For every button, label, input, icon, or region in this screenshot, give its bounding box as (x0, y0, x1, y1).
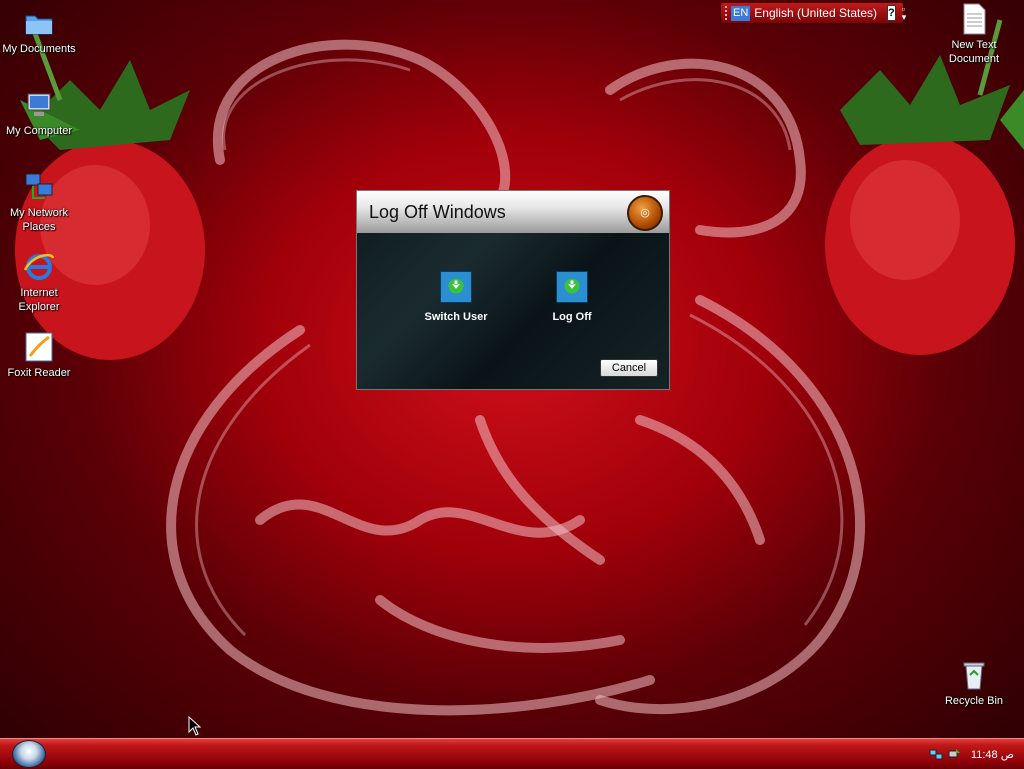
desktop-icon-label: Recycle Bin (944, 695, 1004, 707)
safely-remove-hardware-icon[interactable] (947, 747, 961, 761)
language-bar[interactable]: EN English (United States) ? ▫ ▾ (720, 2, 907, 24)
desktop-icon-new-text-document[interactable]: New Text Document (934, 2, 1014, 66)
help-icon[interactable]: ? (887, 5, 896, 21)
network-status-icon[interactable] (929, 747, 943, 761)
desktop-icon-label: Internet Explorer (18, 287, 60, 313)
language-name[interactable]: English (United States) (754, 6, 877, 20)
desktop-icon-recycle-bin[interactable]: Recycle Bin (934, 658, 1014, 708)
desktop-icon-label: Foxit Reader (7, 367, 71, 379)
taskbar: 11:48 ص (0, 738, 1024, 769)
language-code-badge[interactable]: EN (731, 5, 751, 21)
folder-icon (25, 15, 53, 35)
text-file-icon (963, 3, 986, 35)
desktop-icon-my-documents[interactable]: My Documents (0, 6, 79, 56)
log-off-dialog: Log Off Windows ◎ Switch User Log Off Ca… (356, 190, 670, 390)
network-icon (25, 173, 53, 199)
cancel-button[interactable]: Cancel (600, 359, 658, 377)
switch-user-icon (440, 271, 472, 303)
mouse-cursor-icon (188, 716, 202, 736)
start-button[interactable] (12, 740, 46, 768)
desktop-icon-label: New Text Document (948, 39, 1000, 65)
system-tray: 11:48 ص (929, 745, 1014, 763)
windows-logo-icon: ◎ (627, 195, 663, 231)
dialog-title: Log Off Windows (369, 202, 506, 222)
computer-icon (27, 93, 51, 116)
recycle-bin-icon (963, 662, 985, 690)
desktop-icon-label: My Documents (2, 43, 76, 55)
language-bar-grip[interactable] (725, 6, 727, 20)
switch-user-button[interactable]: Switch User (411, 271, 501, 323)
desktop-icon-label: My Network Places (9, 207, 69, 233)
desktop-icon-my-network-places[interactable]: My Network Places (0, 170, 79, 234)
log-off-icon (556, 271, 588, 303)
clock[interactable]: 11:48 ص (971, 748, 1014, 761)
dialog-titlebar: Log Off Windows ◎ (357, 191, 669, 233)
desktop-icon-internet-explorer[interactable]: Internet Explorer (0, 250, 79, 314)
desktop-icon-my-computer[interactable]: My Computer (0, 88, 79, 138)
desktop-icon-label: My Computer (5, 125, 73, 137)
pdf-reader-icon (25, 332, 53, 362)
switch-user-label: Switch User (424, 311, 488, 323)
language-bar-options-icon[interactable]: ▫ ▾ (902, 5, 907, 22)
log-off-button[interactable]: Log Off (527, 271, 617, 323)
ie-icon (23, 253, 55, 280)
desktop-icon-foxit-reader[interactable]: Foxit Reader (0, 330, 79, 380)
log-off-label: Log Off (552, 311, 592, 323)
